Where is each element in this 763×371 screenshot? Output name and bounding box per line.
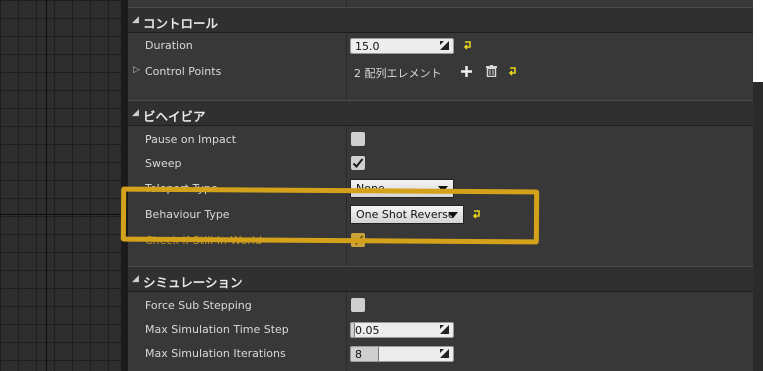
property-row-duration: Duration 15.0 bbox=[128, 34, 753, 58]
property-label: Control Points bbox=[145, 65, 222, 78]
sweep-checkbox[interactable] bbox=[351, 156, 365, 170]
category-simulation[interactable]: ◢ シミュレーション bbox=[128, 266, 753, 292]
property-row-force-sub-stepping: Force Sub Stepping bbox=[128, 294, 753, 318]
add-icon[interactable] bbox=[461, 66, 472, 77]
max-time-step-slider[interactable]: 0.05 bbox=[350, 322, 454, 338]
category-title: シミュレーション bbox=[143, 275, 243, 290]
drag-grip-icon[interactable] bbox=[440, 41, 449, 50]
trash-icon[interactable] bbox=[486, 65, 497, 77]
property-label: Max Simulation Time Step bbox=[145, 323, 289, 336]
viewport-axis-line bbox=[0, 214, 121, 215]
array-count: 2 配列エレメント bbox=[354, 67, 442, 80]
reset-to-default-icon[interactable] bbox=[508, 67, 517, 76]
property-label: Force Sub Stepping bbox=[145, 299, 252, 312]
pause-on-impact-checkbox[interactable] bbox=[351, 132, 365, 146]
property-label: Pause on Impact bbox=[145, 133, 237, 146]
property-label: Sweep bbox=[145, 157, 182, 170]
max-iterations-slider[interactable]: 8 bbox=[350, 346, 454, 362]
details-panel: ◢ コントロール Duration 15.0 ▷ Control Points … bbox=[128, 0, 753, 371]
drag-grip-icon[interactable] bbox=[440, 325, 449, 334]
category-behavior[interactable]: ◢ ビヘイビア bbox=[128, 100, 753, 126]
property-row-pause-on-impact: Pause on Impact bbox=[128, 128, 753, 152]
force-sub-stepping-checkbox[interactable] bbox=[351, 298, 365, 312]
property-row-max-time-step: Max Simulation Time Step 0.05 bbox=[128, 318, 753, 342]
collapse-arrow-icon[interactable]: ◢ bbox=[132, 108, 139, 118]
viewport-axis-line bbox=[46, 0, 47, 371]
category-title: コントロール bbox=[143, 16, 219, 31]
overlay-window-edge bbox=[753, 0, 763, 82]
checkmark-icon bbox=[352, 158, 364, 168]
drag-grip-icon[interactable] bbox=[440, 349, 449, 358]
property-row-sweep: Sweep bbox=[128, 152, 753, 176]
panel-splitter[interactable] bbox=[121, 0, 128, 371]
property-label: Duration bbox=[145, 39, 193, 52]
expand-arrow-icon[interactable]: ▷ bbox=[133, 65, 140, 75]
reset-to-default-icon[interactable] bbox=[463, 41, 472, 50]
category-control[interactable]: ◢ コントロール bbox=[128, 7, 753, 33]
property-label: Max Simulation Iterations bbox=[145, 347, 286, 360]
property-row-max-iterations: Max Simulation Iterations 8 bbox=[128, 342, 753, 366]
annotation-highlight-box bbox=[120, 186, 540, 245]
collapse-arrow-icon[interactable]: ◢ bbox=[132, 15, 139, 25]
level-viewport[interactable] bbox=[0, 0, 121, 371]
property-row-control-points: ▷ Control Points 2 配列エレメント bbox=[128, 60, 753, 84]
duration-input[interactable]: 15.0 bbox=[350, 38, 454, 54]
collapse-arrow-icon[interactable]: ◢ bbox=[132, 274, 139, 284]
category-title: ビヘイビア bbox=[143, 109, 206, 124]
